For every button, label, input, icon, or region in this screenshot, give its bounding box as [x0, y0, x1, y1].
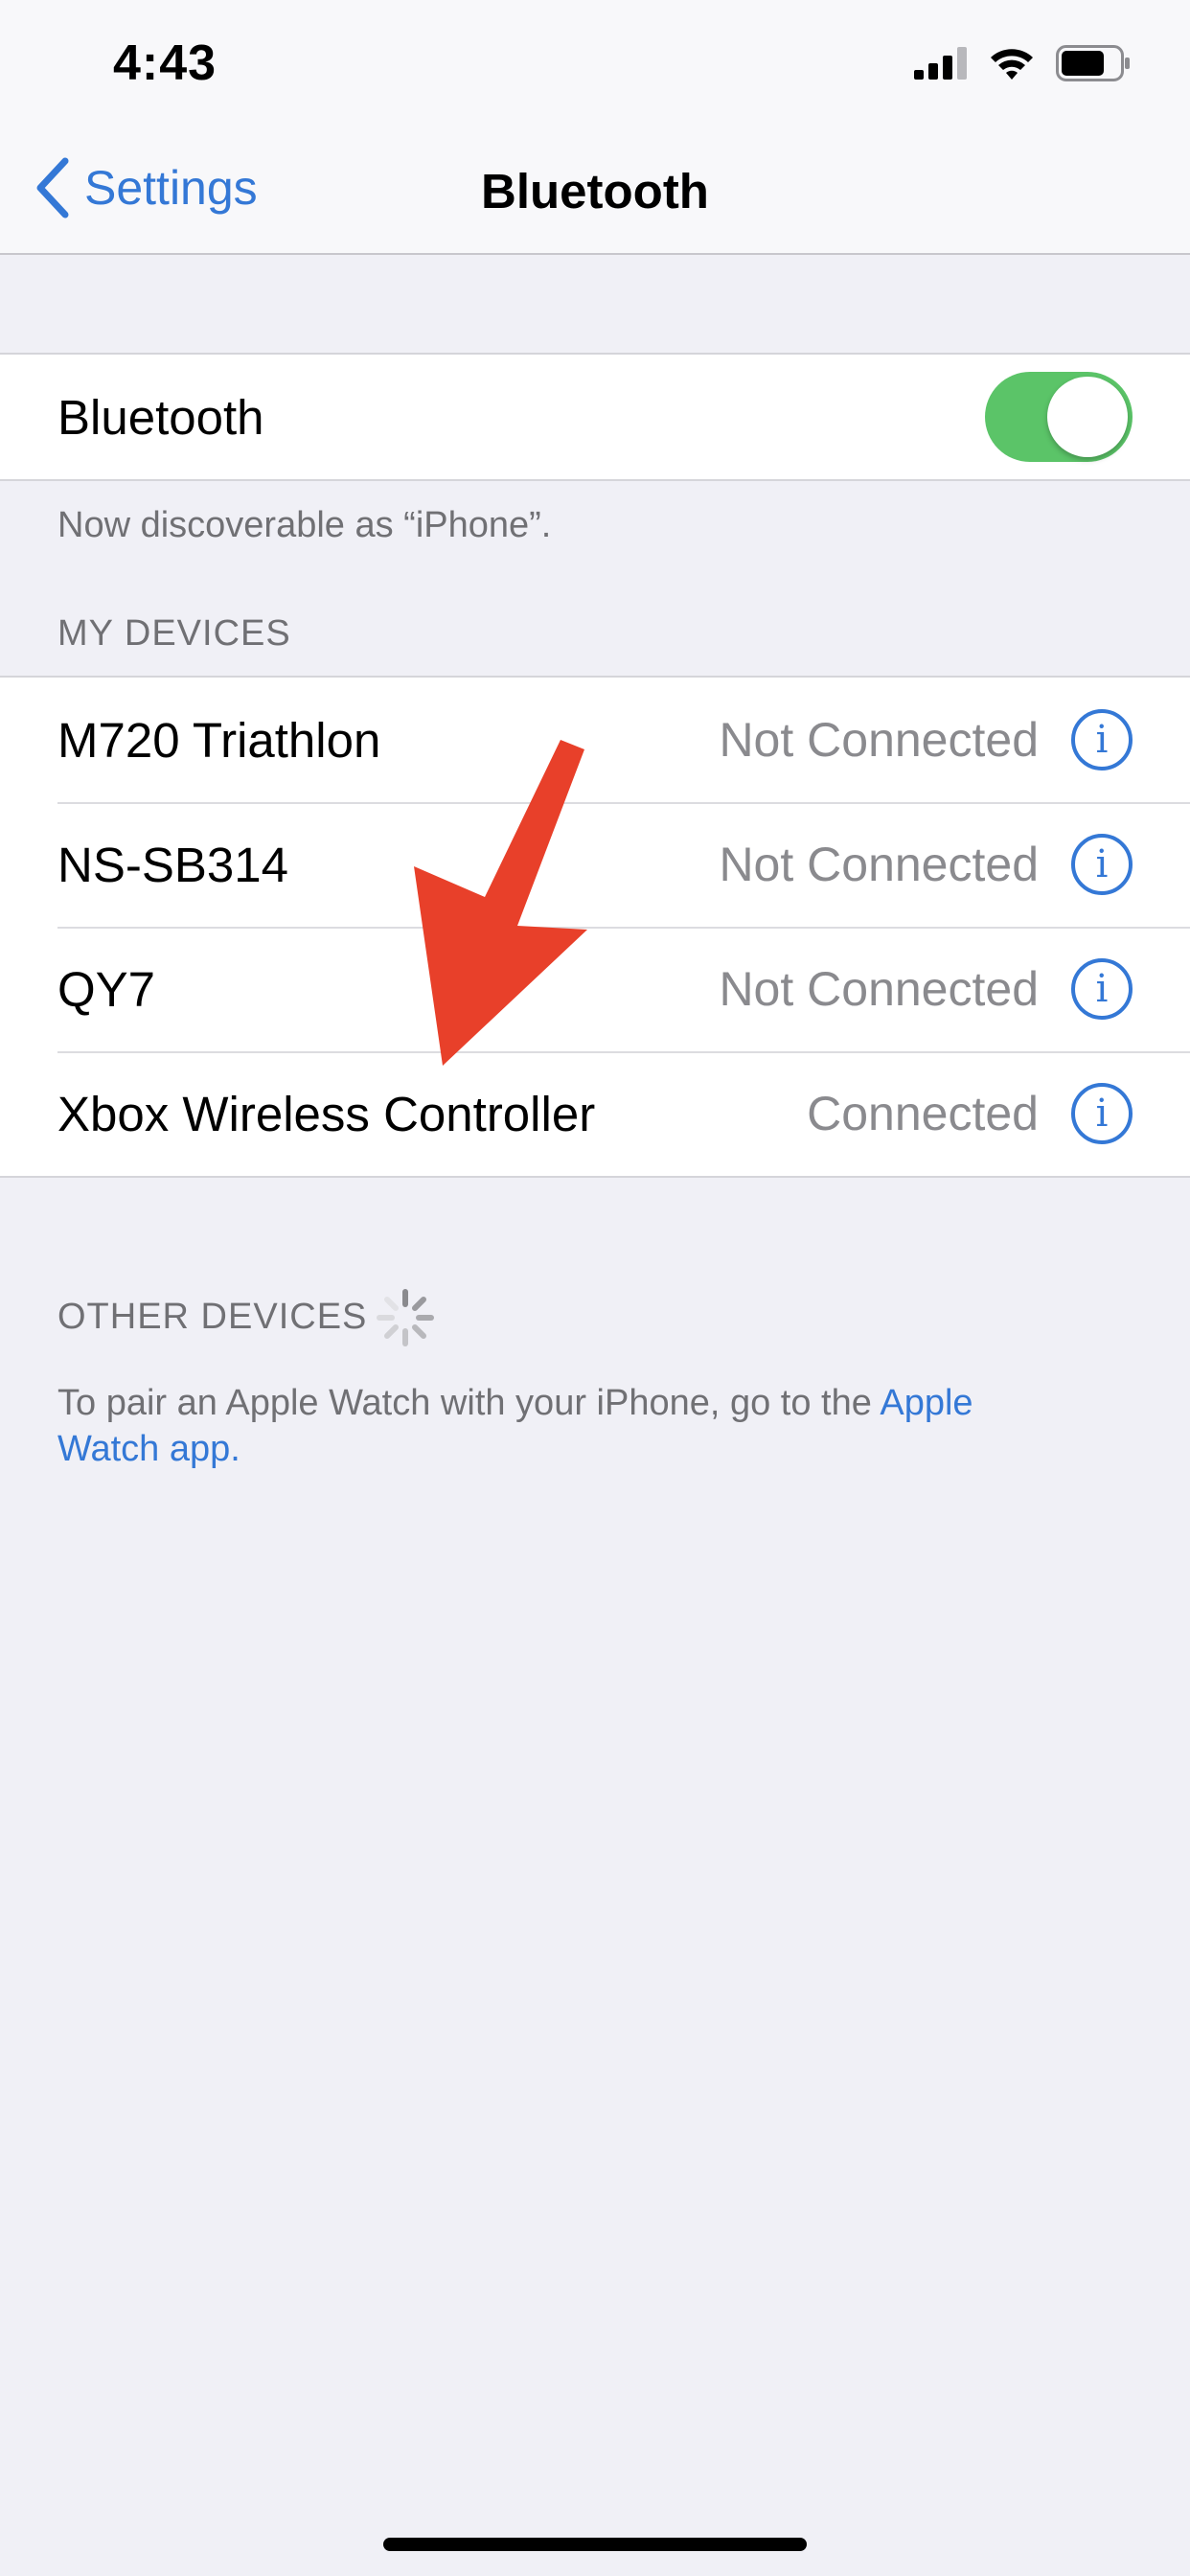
discoverable-text: Now discoverable as “iPhone”. — [57, 505, 552, 545]
bluetooth-toggle-label: Bluetooth — [57, 389, 264, 445]
device-name: M720 Triathlon — [57, 712, 381, 768]
status-bar: 4:43 — [0, 0, 1190, 125]
status-time: 4:43 — [113, 35, 217, 91]
device-status: Not Connected — [719, 962, 1039, 1016]
page-title: Bluetooth — [481, 164, 709, 218]
status-icons — [914, 42, 1131, 84]
bluetooth-toggle-switch[interactable] — [985, 372, 1133, 462]
navigation-bar: Settings Bluetooth — [0, 125, 1190, 255]
info-icon[interactable]: i — [1071, 834, 1133, 895]
home-indicator[interactable] — [383, 2538, 807, 2551]
wifi-icon — [991, 49, 1033, 80]
pair-text: To pair an Apple Watch with your iPhone,… — [57, 1383, 881, 1423]
other-devices-header: OTHER DEVICES — [57, 1297, 368, 1337]
bluetooth-toggle-group: Bluetooth — [0, 353, 1190, 481]
device-status: Not Connected — [719, 713, 1039, 767]
battery-icon — [1056, 45, 1130, 81]
device-name: NS-SB314 — [57, 837, 288, 892]
apple-watch-app-link-part1[interactable]: Apple — [880, 1383, 973, 1423]
apple-watch-pair-text: To pair an Apple Watch with your iPhone,… — [57, 1380, 1133, 1472]
device-name: QY7 — [57, 961, 156, 1017]
toggle-knob — [1047, 377, 1128, 457]
activity-spinner-icon — [377, 1289, 434, 1346]
red-arrow-annotation — [414, 740, 587, 1066]
my-devices-header: MY DEVICES — [57, 613, 291, 654]
bluetooth-toggle-row: Bluetooth — [0, 355, 1190, 479]
cellular-signal-icon — [914, 47, 967, 80]
info-icon[interactable]: i — [1071, 1083, 1133, 1144]
device-status: Connected — [807, 1087, 1039, 1140]
device-status: Not Connected — [719, 838, 1039, 891]
info-icon[interactable]: i — [1071, 709, 1133, 770]
device-name: Xbox Wireless Controller — [57, 1086, 596, 1141]
apple-watch-app-link-part2[interactable]: Watch app. — [57, 1429, 240, 1469]
info-icon[interactable]: i — [1071, 958, 1133, 1020]
